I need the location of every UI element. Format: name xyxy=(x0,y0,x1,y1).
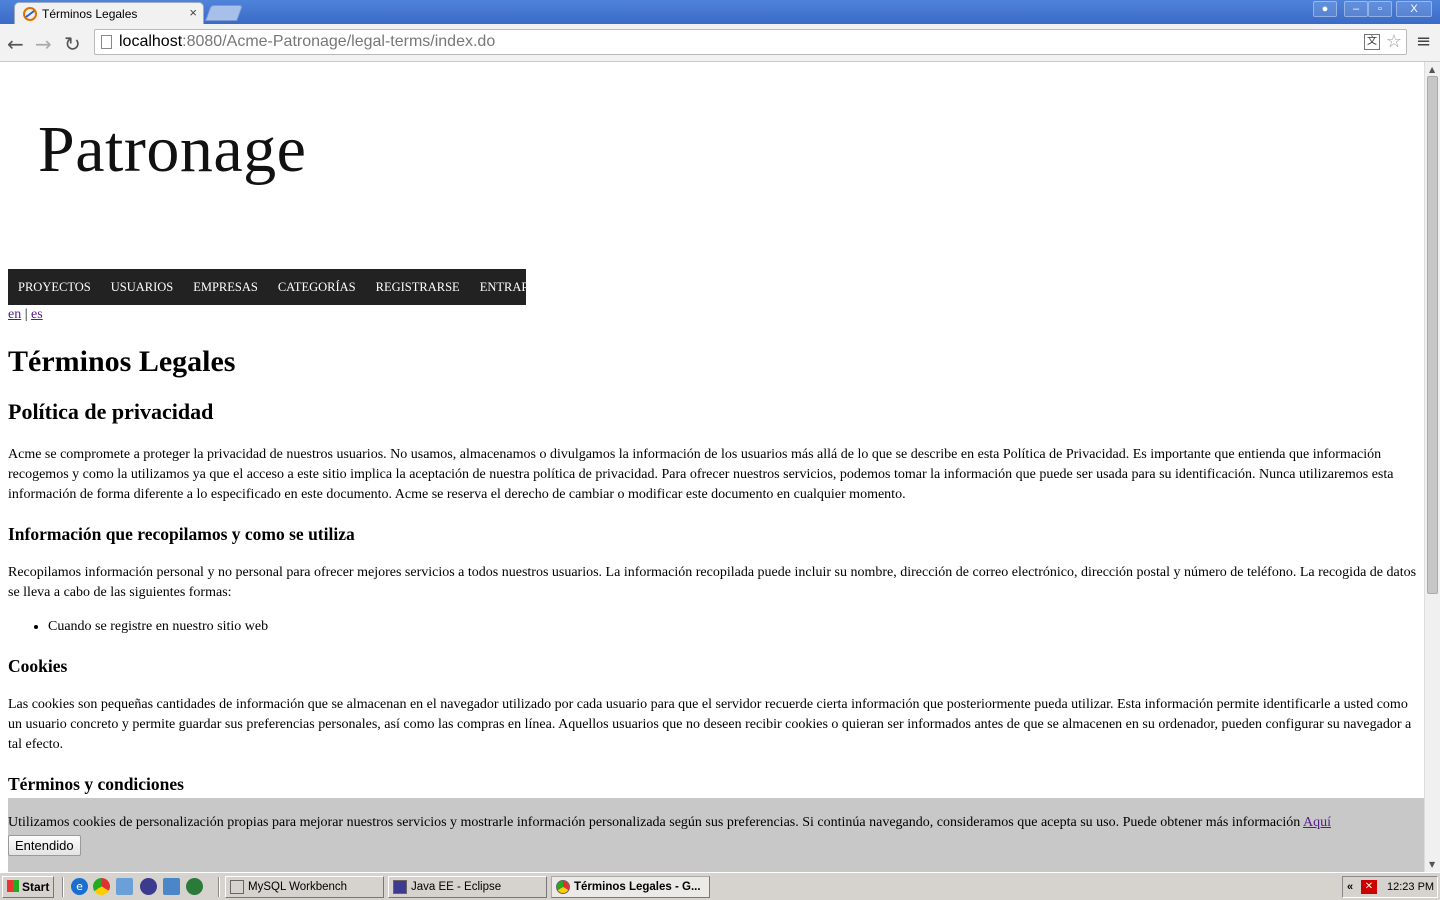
scrollbar-thumb[interactable] xyxy=(1427,76,1438,594)
eclipse-icon[interactable] xyxy=(140,878,157,895)
task-label: MySQL Workbench xyxy=(248,881,348,893)
task-eclipse[interactable]: Java EE - Eclipse xyxy=(388,876,547,898)
windows-flag-icon xyxy=(7,880,19,892)
nav-item-entrar[interactable]: ENTRAR xyxy=(470,269,540,305)
taskbar-separator xyxy=(218,877,220,897)
notepad-icon[interactable] xyxy=(116,878,133,895)
reload-icon[interactable]: ↻ xyxy=(64,32,81,56)
browser-toolbar: ← → ↻ localhost:8080/Acme-Patronage/lega… xyxy=(0,24,1440,62)
clock[interactable]: 12:23 PM xyxy=(1387,877,1434,897)
scroll-down-icon[interactable]: ▼ xyxy=(1429,860,1435,869)
site-logo[interactable]: Patronage xyxy=(38,112,306,188)
windows-taskbar: Start e MySQL Workbench Java EE - Eclips… xyxy=(0,872,1440,900)
lang-separator: | xyxy=(24,307,28,322)
eclipse-task-icon xyxy=(393,880,407,894)
chrome-icon[interactable] xyxy=(93,878,110,895)
task-label: Java EE - Eclipse xyxy=(411,881,502,893)
page-scrollbar[interactable]: ▲ ▼ xyxy=(1424,62,1440,872)
forward-icon[interactable]: → xyxy=(35,32,52,56)
url-text[interactable]: localhost:8080/Acme-Patronage/legal-term… xyxy=(119,33,495,51)
cookie-message: Utilizamos cookies de personalización pr… xyxy=(8,815,1303,830)
back-icon[interactable]: ← xyxy=(7,32,24,56)
url-path: :8080/Acme-Patronage/legal-terms/index.d… xyxy=(182,33,496,50)
task-mysql-workbench[interactable]: MySQL Workbench xyxy=(225,876,384,898)
start-label: Start xyxy=(22,880,50,894)
mysql-workbench-icon xyxy=(230,880,244,894)
cookie-banner: Utilizamos cookies de personalización pr… xyxy=(8,798,1424,872)
main-nav: PROYECTOS USUARIOS EMPRESAS CATEGORÍAS R… xyxy=(8,269,530,305)
address-bar[interactable]: localhost:8080/Acme-Patronage/legal-term… xyxy=(94,29,1407,55)
nav-item-usuarios[interactable]: USUARIOS xyxy=(101,269,184,305)
network-icon[interactable] xyxy=(186,878,203,895)
page-title: Términos Legales xyxy=(8,345,236,378)
bookmark-star-icon[interactable]: ☆ xyxy=(1386,31,1402,52)
system-tray: « ✕ 12:23 PM xyxy=(1342,876,1438,898)
lang-en-link[interactable]: en xyxy=(8,307,21,322)
nav-item-proyectos[interactable]: PROYECTOS xyxy=(8,269,101,305)
profile-icon[interactable]: ● xyxy=(1313,1,1337,17)
chrome-task-icon xyxy=(556,880,570,894)
maximize-button[interactable]: ▫ xyxy=(1368,1,1392,17)
page-viewport: Patronage PROYECTOS USUARIOS EMPRESAS CA… xyxy=(0,62,1424,872)
scroll-up-icon[interactable]: ▲ xyxy=(1429,65,1435,74)
tray-expand-icon[interactable]: « xyxy=(1347,877,1353,897)
close-window-button[interactable]: X xyxy=(1396,1,1432,17)
info-text: Recopilamos información personal y no pe… xyxy=(8,565,1417,600)
minimize-button[interactable]: – xyxy=(1344,1,1368,17)
lang-es-link[interactable]: es xyxy=(31,307,43,322)
window-titlebar: Términos Legales × ● – ▫ X xyxy=(0,0,1440,24)
page-icon xyxy=(101,35,112,49)
cookie-accept-button[interactable]: Entendido xyxy=(8,835,81,856)
site-favicon-icon xyxy=(23,7,37,21)
task-chrome-active[interactable]: Términos Legales - G... xyxy=(551,876,710,898)
task-label: Términos Legales - G... xyxy=(574,881,701,893)
nav-item-empresas[interactable]: EMPRESAS xyxy=(183,269,268,305)
translate-icon[interactable]: 文 xyxy=(1364,34,1380,50)
nav-item-registrarse[interactable]: REGISTRARSE xyxy=(366,269,470,305)
tray-alert-icon[interactable]: ✕ xyxy=(1361,880,1377,894)
tab-title: Términos Legales xyxy=(42,7,138,21)
ie-icon[interactable]: e xyxy=(71,878,88,895)
new-tab-button[interactable] xyxy=(205,5,243,21)
language-switcher: en | es xyxy=(8,307,43,323)
privacy-text: Acme se compromete a proteger la privaci… xyxy=(8,447,1394,502)
image-viewer-icon[interactable] xyxy=(163,878,180,895)
cookies-heading: Cookies xyxy=(8,656,68,676)
taskbar-separator xyxy=(62,877,64,897)
privacy-heading: Política de privacidad xyxy=(8,399,214,424)
cookie-banner-text: Utilizamos cookies de personalización pr… xyxy=(8,815,1331,831)
start-button[interactable]: Start xyxy=(2,876,54,898)
tab-close-icon[interactable]: × xyxy=(189,5,197,20)
url-host: localhost xyxy=(119,33,183,50)
chrome-menu-icon[interactable]: ≡ xyxy=(1416,31,1431,52)
browser-tab-active[interactable]: Términos Legales × xyxy=(14,2,204,24)
terms-heading: Términos y condiciones xyxy=(8,774,184,794)
info-heading: Información que recopilamos y como se ut… xyxy=(8,524,355,544)
cookies-text: Las cookies son pequeñas cantidades de i… xyxy=(8,697,1412,752)
cookie-more-info-link[interactable]: Aquí xyxy=(1303,815,1331,830)
legal-content: Términos Legales Política de privacidad … xyxy=(8,345,1418,813)
list-item: Cuando se registre en nuestro sitio web xyxy=(48,617,1418,637)
nav-item-categorias[interactable]: CATEGORÍAS xyxy=(268,269,366,305)
info-list: Cuando se registre en nuestro sitio web xyxy=(8,617,1418,637)
